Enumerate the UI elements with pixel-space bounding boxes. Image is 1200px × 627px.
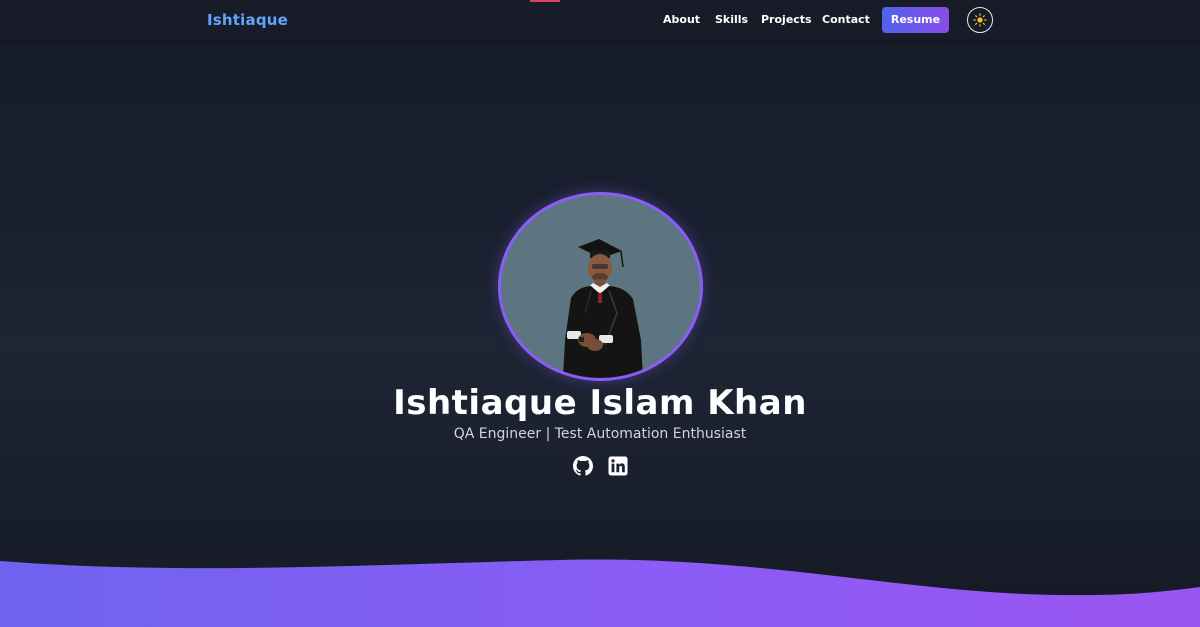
nav-about[interactable]: About	[663, 13, 700, 26]
linkedin-link[interactable]	[608, 456, 628, 476]
resume-button[interactable]: Resume	[882, 7, 949, 33]
hero-name: Ishtiaque Islam Khan	[393, 383, 807, 423]
github-icon	[573, 456, 593, 476]
profile-photo	[563, 239, 643, 378]
sun-icon	[973, 13, 987, 27]
hero-subtitle: QA Engineer | Test Automation Enthusiast	[453, 426, 747, 442]
nav-projects[interactable]: Projects	[761, 13, 812, 26]
nav-contact[interactable]: Contact	[822, 13, 870, 26]
theme-toggle-button[interactable]	[967, 7, 993, 33]
top-navbar: Ishtiaque About Skills Projects Contact …	[0, 0, 1200, 40]
github-link[interactable]	[573, 456, 593, 476]
profile-avatar	[498, 192, 703, 381]
nav-skills[interactable]: Skills	[715, 13, 748, 26]
linkedin-icon	[608, 456, 628, 476]
bottom-wave	[0, 559, 1200, 627]
top-accent-line	[530, 0, 560, 2]
brand-logo[interactable]: Ishtiaque	[207, 11, 288, 29]
